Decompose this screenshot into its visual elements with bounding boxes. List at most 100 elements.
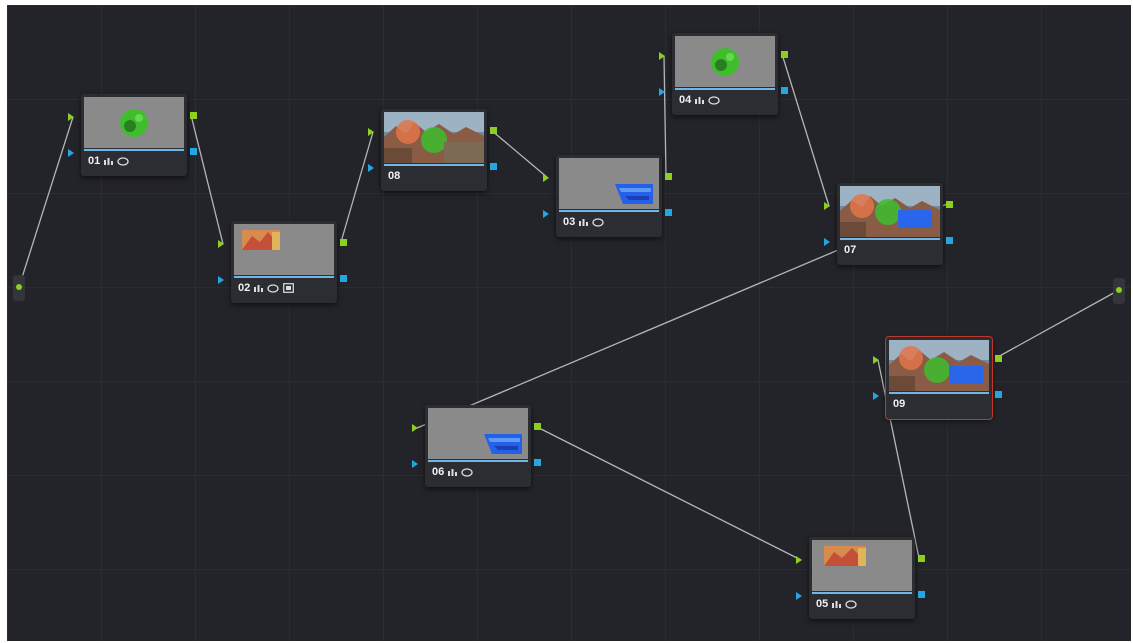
alpha-output-connector[interactable] <box>190 148 197 155</box>
node-04[interactable]: 04 <box>659 33 788 115</box>
node-02[interactable]: 02 <box>218 221 347 303</box>
node-thumbnail <box>812 540 912 591</box>
alpha-input-connector[interactable] <box>412 460 418 468</box>
node-07[interactable]: 07 <box>824 183 953 265</box>
node-separator <box>889 392 989 394</box>
window-icon <box>267 283 279 293</box>
alpha-input-connector[interactable] <box>796 592 802 600</box>
rgb-input-connector[interactable] <box>824 202 830 210</box>
rgb-input-connector[interactable] <box>68 113 74 121</box>
node-05[interactable]: 05 <box>796 537 925 619</box>
alpha-output-connector[interactable] <box>946 237 953 244</box>
node-label-row: 06 <box>432 466 473 478</box>
rgb-output-connector[interactable] <box>534 423 541 430</box>
rgb-output-connector[interactable] <box>340 239 347 246</box>
rgb-input-connector[interactable] <box>368 128 374 136</box>
node-thumbnail <box>889 340 989 391</box>
node-number: 07 <box>844 244 857 256</box>
node-number: 03 <box>563 216 576 228</box>
wire-source-01 <box>18 116 74 288</box>
bars-icon <box>832 601 842 608</box>
node-label-row: 03 <box>563 216 604 228</box>
window-icon <box>845 599 857 609</box>
alpha-output-connector[interactable] <box>995 391 1002 398</box>
bars-icon <box>695 97 705 104</box>
node-number: 02 <box>238 282 251 294</box>
alpha-output-connector[interactable] <box>665 209 672 216</box>
key-icon <box>283 283 295 293</box>
alpha-input-connector[interactable] <box>368 164 374 172</box>
node-separator <box>559 210 659 212</box>
alpha-input-connector[interactable] <box>659 88 665 96</box>
graph-output-node[interactable] <box>1113 278 1125 304</box>
rgb-output-connector[interactable] <box>946 201 953 208</box>
node-label-row: 02 <box>238 282 295 294</box>
node-label-row: 01 <box>88 155 129 167</box>
node-separator <box>675 88 775 90</box>
node-separator <box>812 592 912 594</box>
alpha-input-connector[interactable] <box>873 392 879 400</box>
rgb-input-connector[interactable] <box>659 52 665 60</box>
alpha-output-connector[interactable] <box>490 163 497 170</box>
node-01[interactable]: 01 <box>68 94 197 176</box>
window-icon <box>592 217 604 227</box>
bars-icon <box>579 219 589 226</box>
node-number: 04 <box>679 94 692 106</box>
node-09[interactable]: 09 <box>873 336 1002 420</box>
node-label-row: 09 <box>893 398 905 410</box>
source-output-dot[interactable] <box>16 284 22 290</box>
alpha-input-connector[interactable] <box>543 210 549 218</box>
source-input-node[interactable] <box>13 275 25 301</box>
node-separator <box>428 460 528 462</box>
window-icon <box>708 95 720 105</box>
node-03[interactable]: 03 <box>543 155 672 237</box>
node-thumbnail <box>675 36 775 87</box>
node-thumbnail <box>559 158 659 209</box>
rgb-output-connector[interactable] <box>781 51 788 58</box>
node-graph-canvas[interactable]: 01 02 08 03 04 07 09 06 05 <box>7 5 1131 641</box>
wire-02-08 <box>340 131 374 243</box>
alpha-output-connector[interactable] <box>918 591 925 598</box>
node-separator <box>234 276 334 278</box>
rgb-output-connector[interactable] <box>490 127 497 134</box>
rgb-output-connector[interactable] <box>995 355 1002 362</box>
node-thumbnail <box>840 186 940 237</box>
window-icon <box>117 156 129 166</box>
wire-01-02 <box>190 114 224 245</box>
node-label-row: 05 <box>816 598 857 610</box>
bars-icon <box>448 469 458 476</box>
node-thumbnail <box>234 224 334 275</box>
rgb-input-connector[interactable] <box>873 356 879 364</box>
wire-06-05 <box>534 425 802 561</box>
rgb-input-connector[interactable] <box>412 424 418 432</box>
node-06[interactable]: 06 <box>412 405 541 487</box>
alpha-output-connector[interactable] <box>340 275 347 282</box>
window-icon <box>461 467 473 477</box>
wire-03-04 <box>663 55 667 177</box>
alpha-input-connector[interactable] <box>218 276 224 284</box>
rgb-output-connector[interactable] <box>665 173 672 180</box>
rgb-input-connector[interactable] <box>796 556 802 564</box>
node-thumbnail <box>384 112 484 163</box>
bars-icon <box>254 285 264 292</box>
alpha-output-connector[interactable] <box>534 459 541 466</box>
rgb-output-connector[interactable] <box>190 112 197 119</box>
node-number: 09 <box>893 398 906 410</box>
wire-08-03 <box>490 129 549 179</box>
rgb-output-connector[interactable] <box>918 555 925 562</box>
node-08[interactable]: 08 <box>368 109 497 191</box>
alpha-input-connector[interactable] <box>824 238 830 246</box>
graph-output-dot[interactable] <box>1116 287 1122 293</box>
alpha-input-connector[interactable] <box>68 149 74 157</box>
node-thumbnail <box>428 408 528 459</box>
node-label-row: 04 <box>679 94 720 106</box>
alpha-output-connector[interactable] <box>781 87 788 94</box>
node-number: 06 <box>432 466 445 478</box>
node-thumbnail <box>84 97 184 148</box>
node-number: 05 <box>816 598 829 610</box>
node-number: 08 <box>388 170 401 182</box>
node-label-row: 08 <box>388 170 400 182</box>
rgb-input-connector[interactable] <box>218 240 224 248</box>
node-separator <box>84 149 184 151</box>
rgb-input-connector[interactable] <box>543 174 549 182</box>
